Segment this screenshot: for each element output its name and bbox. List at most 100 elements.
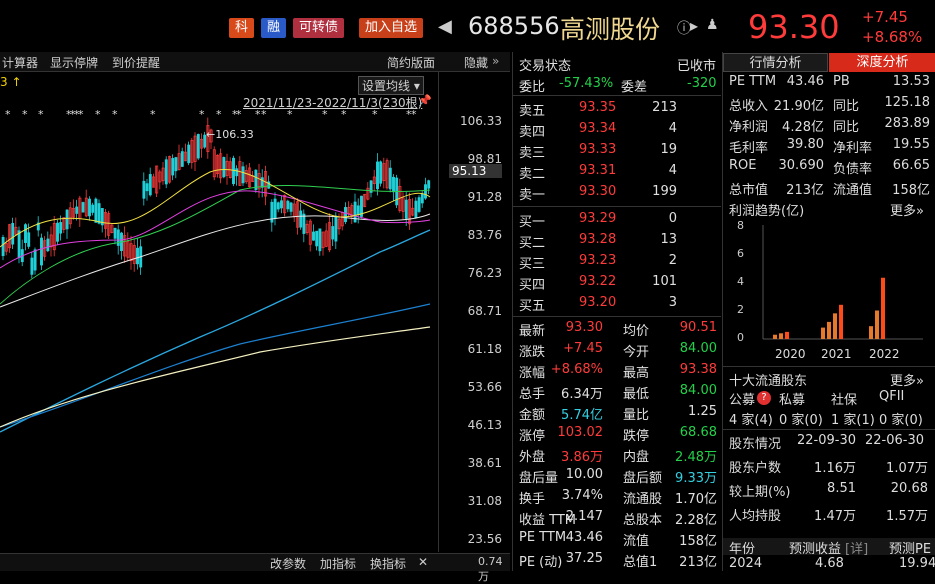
holders-more-link[interactable]: 更多» [890, 370, 924, 389]
candle-body [388, 167, 392, 190]
shareholder-value: 1.16万 [814, 461, 856, 476]
candle-body [27, 232, 31, 247]
ask-row[interactable]: 卖二 93.31 4 [513, 161, 721, 182]
metric-label: ROE [729, 158, 757, 173]
stat-label: 今开 [623, 345, 650, 360]
price-alert-button[interactable]: 到价提醒 [112, 54, 160, 71]
shareholder-header: 股东情况 [729, 437, 782, 452]
alert-bell-icon[interactable]: ♟ [706, 17, 719, 33]
show-suspended-button[interactable]: 显示停牌 [50, 54, 98, 71]
candle-body [260, 177, 264, 188]
stat-label: 跌停 [623, 429, 650, 444]
profit-year: 2022 [869, 347, 900, 361]
stat-label: 总值1 [623, 555, 658, 570]
profit-more-link[interactable]: 更多» [890, 200, 924, 219]
profit-tick: 6 [737, 247, 744, 260]
prev-stock-icon[interactable]: ◀ [438, 16, 452, 37]
metric-label: 净利率 [833, 141, 873, 156]
ask-row[interactable]: 卖三 93.33 19 [513, 140, 721, 161]
edit-params-button[interactable]: 改参数 [270, 555, 306, 572]
bid-price: 93.28 [579, 232, 617, 247]
candle-body [379, 161, 383, 184]
tab-market-analysis[interactable]: 行情分析 [723, 53, 828, 72]
shareholder-value: 8.51 [827, 481, 856, 496]
switch-indicator-button[interactable]: 换指标 [370, 555, 406, 572]
price-change-pct: +8.68% [862, 28, 923, 46]
candle-body [280, 200, 283, 209]
metric-value: 158亿 [892, 183, 930, 198]
forecast-detail-link[interactable]: [详] [845, 538, 868, 557]
ask-price: 93.30 [579, 184, 617, 199]
bid-row[interactable]: 买一 93.29 0 [513, 209, 721, 230]
kline-chart[interactable]: 3 ↑ 设置均线 ▾ 2021/11/23-2022/11/3(230根) 📌 … [0, 72, 510, 552]
stat-value: 10.00 [565, 467, 603, 482]
ask-price: 93.31 [579, 163, 617, 178]
axis-tick: 38.61 [467, 456, 502, 470]
stat-row: PE TTM 43.46 流值 158亿 [513, 528, 721, 549]
add-watchlist-button[interactable]: 加入自选 [359, 18, 424, 38]
bid-price: 93.23 [579, 253, 617, 268]
stat-value: 3.74% [561, 488, 603, 503]
stat-label: PE (动) [519, 555, 563, 570]
axis-tick: 76.23 [467, 266, 502, 280]
stat-label: 流通股 [623, 492, 663, 507]
volume-axis-label: 0.74万 [478, 555, 503, 583]
ask-row[interactable]: 卖四 93.34 4 [513, 119, 721, 140]
ask-volume: 19 [660, 142, 677, 157]
candle-body [427, 180, 431, 189]
ask-label: 卖五 [519, 104, 546, 119]
margin-tag[interactable]: 融 [261, 18, 287, 38]
stat-value: +8.68% [550, 362, 603, 377]
event-marker-icon: * [112, 108, 118, 121]
candle-body [17, 230, 21, 259]
ma-line-long [0, 303, 431, 428]
bid-row[interactable]: 买二 93.28 13 [513, 230, 721, 251]
candle-body [273, 198, 277, 219]
candle-body [40, 237, 43, 266]
metric-value: 4.28亿 [782, 120, 824, 135]
ask-row[interactable]: 卖五 93.35 213 [513, 98, 721, 119]
event-marker-icon: * [5, 108, 11, 121]
profit-tick: 0 [737, 331, 744, 344]
next-stock-icon[interactable]: ▸ [690, 16, 698, 35]
close-icon[interactable]: ✕ [418, 555, 428, 569]
stat-label: PE TTM [519, 530, 567, 545]
bid-row[interactable]: 买四 93.22 101 [513, 272, 721, 293]
ma-line-yellow [0, 169, 431, 248]
ask-price: 93.35 [579, 100, 617, 115]
holder-count: 0 家(0) [879, 413, 923, 428]
help-icon[interactable]: ? [757, 391, 771, 405]
hide-arrow-icon[interactable]: » [492, 54, 499, 68]
simple-layout-button[interactable]: 简约版面 [387, 54, 435, 71]
stat-value: 1.70亿 [675, 492, 717, 507]
shareholder-label: 股东户数 [729, 461, 782, 476]
hide-button[interactable]: 隐藏 [464, 54, 488, 71]
bid-row[interactable]: 买三 93.23 2 [513, 251, 721, 272]
stat-value: 37.25 [565, 551, 603, 566]
candle-body [424, 184, 427, 199]
candle-body [312, 231, 315, 241]
stat-value: 84.00 [679, 341, 717, 356]
order-book-panel: 交易状态 已收市 委比 -57.43% 委差 -320 卖五 93.35 213 卖四… [512, 52, 721, 571]
ask-row[interactable]: 卖一 93.30 199 [513, 182, 721, 203]
calculator-button[interactable]: 计算器 [2, 54, 38, 71]
stat-value: 43.46 [565, 530, 603, 545]
profit-tick: 2 [737, 303, 744, 316]
candle-body [1, 237, 5, 257]
holder-count: 1 家(1) [831, 413, 875, 428]
add-indicator-button[interactable]: 加指标 [320, 555, 356, 572]
candle-body [91, 204, 95, 213]
profit-bar [833, 313, 837, 339]
bid-row[interactable]: 买五 93.20 3 [513, 293, 721, 314]
candle-body [59, 222, 63, 234]
tab-deep-analysis[interactable]: 深度分析 [829, 53, 935, 72]
event-marker-icon: * [411, 108, 417, 121]
candle-body [417, 197, 421, 212]
convertible-bond-tag[interactable]: 可转债 [293, 18, 345, 38]
ma-line-white [0, 213, 431, 308]
ask-volume: 4 [668, 121, 677, 136]
metric-row: 总市值 213亿 流通值 158亿 [723, 178, 935, 198]
star-market-tag[interactable]: 科 [229, 18, 255, 38]
info-icon[interactable]: ⓘ [677, 18, 691, 38]
candle-body [331, 226, 335, 240]
